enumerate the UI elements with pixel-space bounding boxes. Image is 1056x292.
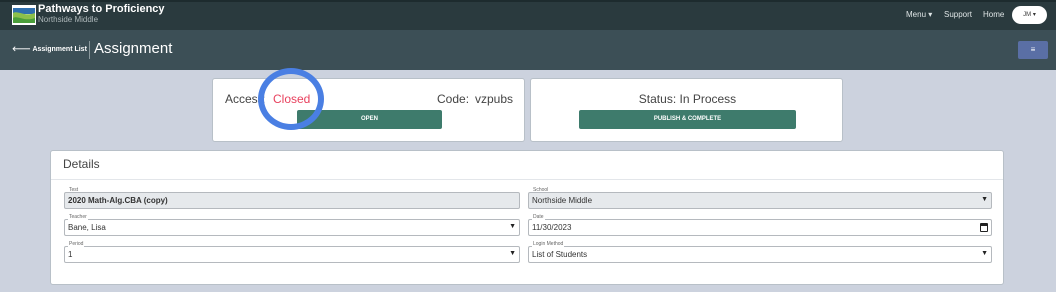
caret-down-icon: ▼ [981, 250, 988, 257]
date-value: 11/30/2023 [532, 223, 572, 232]
date-label: Date [532, 214, 545, 220]
header-divider [89, 41, 90, 59]
school-name: Northside Middle [38, 15, 99, 24]
period-value: 1 [68, 250, 73, 259]
details-title: Details [63, 157, 100, 171]
details-divider [51, 179, 1003, 180]
status-card: Status: In Process PUBLISH & COMPLETE [530, 78, 843, 142]
top-rule [0, 0, 1056, 2]
user-avatar-button[interactable]: JM ▾ [1012, 6, 1047, 24]
teacher-label: Teacher [68, 214, 88, 220]
code-value: vzpubs [475, 92, 514, 106]
menu-dropdown[interactable]: Menu ▾ [906, 10, 932, 19]
page-header: 🡐 Assignment List Assignment ≡ [0, 30, 1056, 70]
page-title: Assignment [94, 40, 173, 57]
home-link[interactable]: Home [983, 10, 1004, 19]
test-field: Test 2020 Math-Alg.CBA (copy) [64, 187, 520, 209]
period-select[interactable]: Period 1 ▼ [64, 241, 520, 263]
support-link[interactable]: Support [944, 10, 972, 19]
school-label: School [533, 187, 549, 193]
caret-down-icon: ▼ [981, 196, 988, 203]
publish-complete-button[interactable]: PUBLISH & COMPLETE [579, 110, 796, 129]
caret-down-icon: ▼ [509, 223, 516, 230]
school-value: Northside Middle [532, 196, 593, 205]
test-label: Test [69, 187, 79, 193]
code-label: Code: [437, 92, 470, 106]
map-logo-icon[interactable] [12, 5, 36, 25]
details-card: Details [50, 150, 1004, 285]
login-method-value: List of Students [532, 250, 588, 259]
login-method-select[interactable]: Login Method List of Students ▼ [528, 241, 992, 263]
top-navbar: Pathways to Proficiency Northside Middle… [0, 0, 1056, 30]
teacher-value: Bane, Lisa [68, 223, 106, 232]
login-method-label: Login Method [532, 241, 565, 247]
school-select[interactable]: School Northside Middle ▼ [528, 187, 992, 209]
app-name[interactable]: Pathways to Proficiency [38, 3, 165, 15]
test-value: 2020 Math-Alg.CBA (copy) [68, 196, 168, 205]
sidebar-toggle-button[interactable]: ≡ [1018, 41, 1048, 59]
date-input[interactable]: Date 11/30/2023 [528, 214, 992, 236]
back-to-assignment-list-link[interactable]: 🡐 Assignment List [12, 44, 87, 53]
status-text: Status: In Process [638, 92, 737, 106]
teacher-select[interactable]: Teacher Bane, Lisa ▼ [64, 214, 520, 236]
highlight-circle-annotation [258, 68, 324, 130]
period-label: Period [68, 241, 85, 247]
caret-down-icon: ▼ [509, 250, 516, 257]
calendar-icon[interactable] [980, 223, 988, 232]
